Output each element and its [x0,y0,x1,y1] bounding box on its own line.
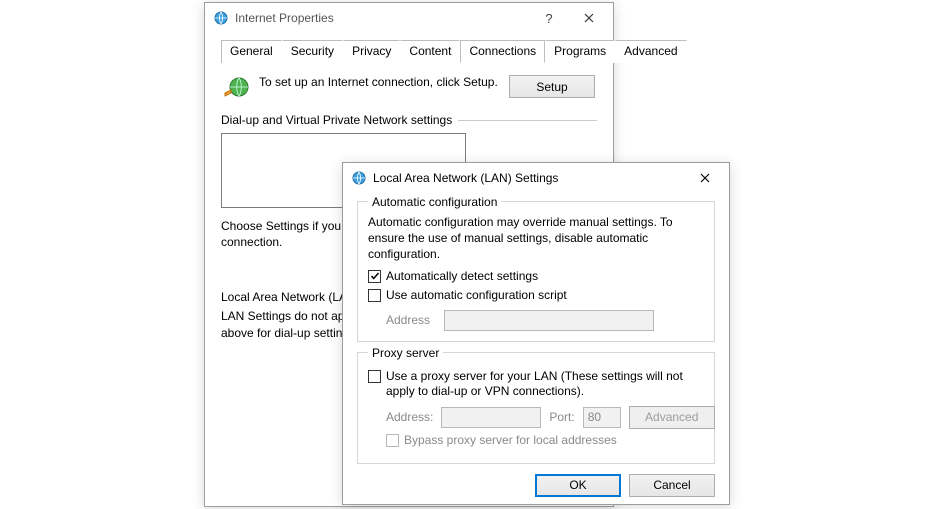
tab-privacy[interactable]: Privacy [343,40,400,63]
auto-script-checkbox[interactable] [368,289,381,302]
internet-options-icon [213,10,229,26]
auto-script-row: Use automatic configuration script [368,288,704,304]
cancel-button[interactable]: Cancel [629,474,715,497]
script-address-label: Address [386,313,436,327]
auto-detect-row: Automatically detect settings [368,269,704,285]
dialog-body: Automatic configuration Automatic config… [343,193,729,509]
close-button[interactable] [685,163,725,193]
auto-detect-label: Automatically detect settings [386,269,538,285]
window-title: Internet Properties [235,11,529,25]
dialup-heading-text: Dial-up and Virtual Private Network sett… [221,113,452,127]
window-title: Local Area Network (LAN) Settings [373,171,685,185]
proxy-server-group: Proxy server Use a proxy server for your… [357,352,715,464]
proxy-address-input [441,407,541,428]
group-legend: Proxy server [368,346,443,360]
internet-options-icon [351,170,367,186]
dialog-buttons: OK Cancel [357,474,715,497]
auto-script-label: Use automatic configuration script [386,288,567,304]
setup-instruction-text: To set up an Internet connection, click … [259,75,501,91]
bypass-label: Bypass proxy server for local addresses [404,433,617,449]
help-button[interactable]: ? [529,3,569,33]
tab-general[interactable]: General [221,40,282,63]
auto-detect-checkbox[interactable] [368,270,381,283]
globe-icon [223,75,251,103]
use-proxy-row: Use a proxy server for your LAN (These s… [368,369,704,400]
tab-security[interactable]: Security [282,40,343,63]
use-proxy-label: Use a proxy server for your LAN (These s… [386,369,704,400]
tab-advanced[interactable]: Advanced [615,40,686,63]
bypass-checkbox [386,434,399,447]
titlebar: Internet Properties ? [205,3,613,33]
proxy-port-label: Port: [549,410,574,424]
lan-settings-dialog: Local Area Network (LAN) Settings Automa… [342,162,730,505]
setup-row: To set up an Internet connection, click … [223,75,595,103]
script-address-input [444,310,654,331]
tab-connections[interactable]: Connections [460,40,545,63]
proxy-port-input [583,407,621,428]
bypass-row: Bypass proxy server for local addresses [386,433,704,449]
tab-content[interactable]: Content [400,40,460,63]
dialup-heading: Dial-up and Virtual Private Network sett… [221,113,597,127]
ok-button[interactable]: OK [535,474,621,497]
automatic-configuration-group: Automatic configuration Automatic config… [357,201,715,342]
advanced-button: Advanced [629,406,715,429]
titlebar: Local Area Network (LAN) Settings [343,163,729,193]
use-proxy-checkbox[interactable] [368,370,381,383]
tab-programs[interactable]: Programs [545,40,615,63]
proxy-address-label: Address: [386,410,433,424]
divider [458,120,597,121]
proxy-address-row: Address: Port: Advanced [386,406,704,429]
script-address-row: Address [386,310,704,331]
tab-strip: General Security Privacy Content Connect… [221,39,597,63]
setup-button[interactable]: Setup [509,75,595,98]
auto-config-description: Automatic configuration may override man… [368,214,704,263]
group-legend: Automatic configuration [368,195,501,209]
close-button[interactable] [569,3,609,33]
